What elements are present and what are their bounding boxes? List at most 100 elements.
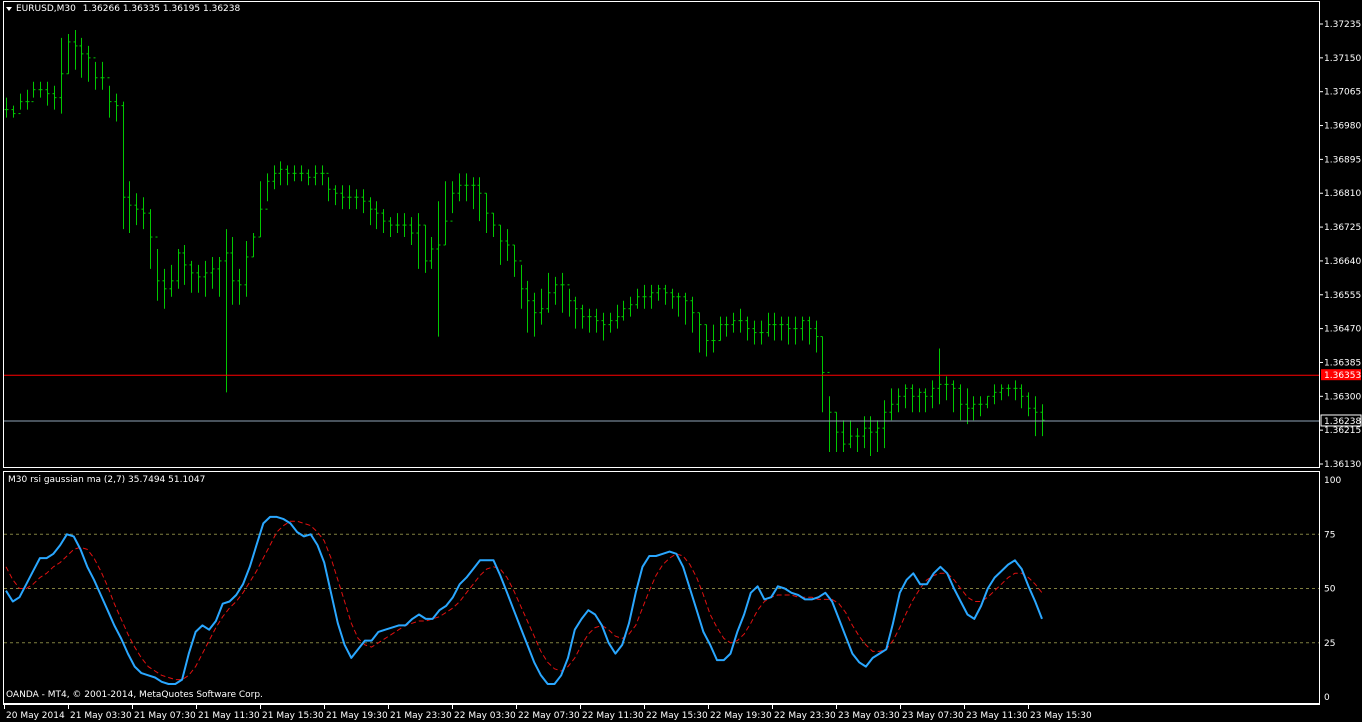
indicator-tick-label: 25 xyxy=(1324,639,1335,649)
price-bar xyxy=(381,209,386,234)
chart-canvas[interactable]: 1.37235 1.37150 1.37065 1.36980 1.36895 1.368… xyxy=(0,0,1362,722)
time-tick-label: 23 May 15:30 xyxy=(1030,711,1092,721)
price-bar xyxy=(388,217,393,238)
price-bar xyxy=(525,280,530,333)
price-bar xyxy=(999,384,1004,401)
time-tick-label: 21 May 23:30 xyxy=(390,711,452,721)
price-bar xyxy=(162,268,167,309)
price-bar xyxy=(450,181,455,222)
price-bar xyxy=(923,388,928,413)
price-bar xyxy=(4,97,9,118)
price-bar xyxy=(505,229,510,261)
time-tick-label: 23 May 11:30 xyxy=(966,711,1028,721)
price-bar xyxy=(484,192,489,234)
signal-line xyxy=(5,520,1043,681)
time-tick-label: 23 May 03:30 xyxy=(838,711,900,721)
close-value: 1.36238 xyxy=(203,4,241,14)
indicator-tick-label: 75 xyxy=(1324,530,1335,540)
price-bar xyxy=(759,320,764,345)
time-tick-label: 21 May 07:30 xyxy=(134,711,196,721)
price-bar xyxy=(18,93,23,115)
price-bar xyxy=(189,260,194,293)
price-bar xyxy=(182,244,187,285)
price-bar xyxy=(731,312,736,333)
price-bar xyxy=(169,264,174,297)
price-bar xyxy=(45,81,50,106)
price-bar xyxy=(1019,384,1024,409)
price-bar xyxy=(814,320,819,353)
price-bar xyxy=(25,89,30,110)
price-bar xyxy=(107,77,112,118)
price-bar xyxy=(148,209,153,269)
price-bar xyxy=(697,312,702,353)
price-bar xyxy=(855,428,860,453)
price-bar xyxy=(608,312,613,333)
price-bar xyxy=(992,384,997,405)
indicator-axis: 100 75 50 25 0 xyxy=(1324,476,1341,703)
price-bar xyxy=(601,312,606,341)
price-bar xyxy=(663,284,668,305)
price-bar xyxy=(573,296,578,329)
price-bar xyxy=(320,165,325,186)
price-bar xyxy=(910,384,915,413)
price-bar xyxy=(333,185,338,206)
price-bar xyxy=(121,101,126,230)
price-bar xyxy=(141,197,146,230)
price-bar xyxy=(217,256,222,297)
price-bar xyxy=(409,217,414,245)
high-value: 1.36335 xyxy=(122,4,161,14)
price-bar xyxy=(31,81,36,103)
rsi-line xyxy=(5,515,1043,685)
price-axis: 1.37235 1.37150 1.37065 1.36980 1.36895 1.368… xyxy=(1319,20,1361,470)
time-tick-label: 21 May 03:30 xyxy=(70,711,132,721)
chart-menu-triangle-icon[interactable] xyxy=(6,7,12,11)
price-bar xyxy=(11,105,16,118)
price-bar xyxy=(704,324,709,357)
price-bar xyxy=(772,312,777,341)
price-bars xyxy=(4,29,1045,457)
price-bar xyxy=(278,161,283,186)
price-bar xyxy=(580,304,585,329)
price-tick-label: 1.37235 xyxy=(1324,20,1361,30)
indicator-lines xyxy=(5,515,1043,685)
price-bar xyxy=(848,420,853,449)
price-bar xyxy=(477,177,482,222)
price-tick-label: 1.36640 xyxy=(1324,257,1361,267)
price-bar xyxy=(800,316,805,341)
price-bar xyxy=(615,304,620,329)
price-bar xyxy=(285,165,290,186)
price-bar xyxy=(711,324,716,353)
price-bar xyxy=(834,411,839,453)
time-tick-label: 21 May 19:30 xyxy=(326,711,388,721)
price-bar xyxy=(251,233,256,258)
price-bar xyxy=(539,288,544,325)
price-bar xyxy=(656,284,661,301)
price-bar xyxy=(930,380,935,409)
price-bar xyxy=(100,61,105,90)
price-bar xyxy=(951,380,956,413)
price-bar xyxy=(361,189,366,214)
main-chart-frame[interactable] xyxy=(3,1,1320,468)
price-tick-label: 1.36555 xyxy=(1324,291,1361,301)
price-bar xyxy=(457,173,462,202)
indicator-tick-label: 50 xyxy=(1324,585,1336,595)
price-bar xyxy=(868,416,873,457)
price-tick-label: 1.37065 xyxy=(1324,88,1361,98)
price-bar xyxy=(738,308,743,333)
price-bar xyxy=(718,316,723,342)
price-bar xyxy=(820,336,825,413)
price-bar xyxy=(896,388,901,413)
price-bar xyxy=(265,173,270,210)
price-bar xyxy=(292,165,297,182)
price-bar xyxy=(985,395,990,409)
time-tick-label: 22 May 15:30 xyxy=(646,711,708,721)
price-bar xyxy=(532,292,537,337)
bid-price-label: 1.36238 xyxy=(1324,417,1361,427)
price-bar xyxy=(560,272,565,313)
price-bar xyxy=(889,388,894,421)
price-bar xyxy=(1013,380,1018,401)
indicator-tick-label: 100 xyxy=(1324,476,1341,486)
indicator-frame[interactable] xyxy=(3,471,1320,704)
price-bar xyxy=(766,312,771,337)
price-bar xyxy=(443,181,448,246)
